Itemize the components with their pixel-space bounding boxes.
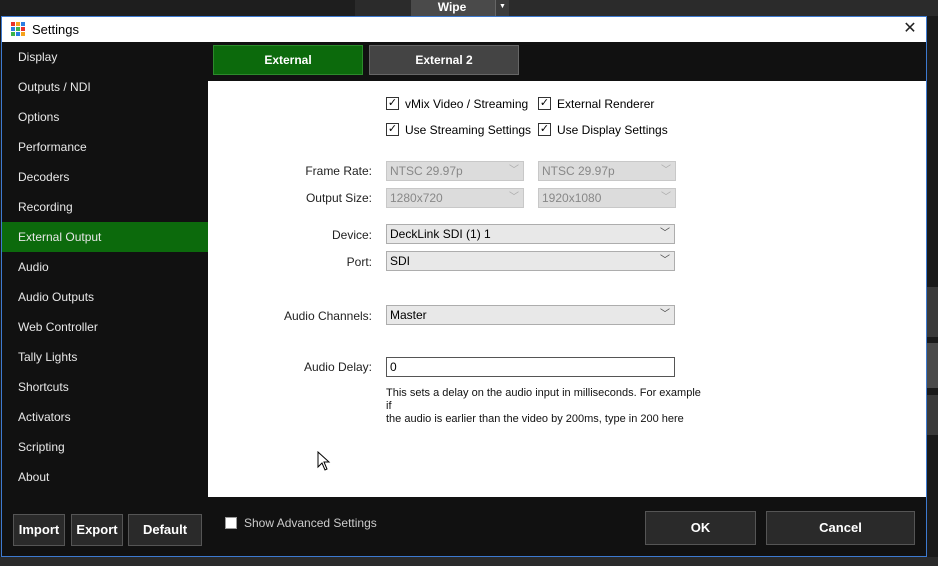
sidebar-item-about[interactable]: About [2, 462, 208, 492]
frame-rate-select-1[interactable]: NTSC 29.97p ﹀ [386, 161, 524, 181]
sidebar-item-performance[interactable]: Performance [2, 132, 208, 162]
vmix-logo-icon [11, 22, 26, 37]
sidebar-item-activators[interactable]: Activators [2, 402, 208, 432]
port-select[interactable]: SDI ﹀ [386, 251, 675, 271]
use-display-settings-label: Use Display Settings [557, 123, 668, 137]
import-button[interactable]: Import [13, 514, 65, 546]
sidebar-item-options[interactable]: Options [2, 102, 208, 132]
sidebar-item-tally-lights[interactable]: Tally Lights [2, 342, 208, 372]
output-size-select-1[interactable]: 1280x720 ﹀ [386, 188, 524, 208]
mouse-pointer-icon [317, 451, 331, 471]
ok-button[interactable]: OK [645, 511, 756, 545]
sidebar-item-audio[interactable]: Audio [2, 252, 208, 282]
title-bar[interactable]: Settings ✕ [2, 17, 926, 42]
output-size-select-2[interactable]: 1920x1080 ﹀ [538, 188, 676, 208]
audio-channels-select[interactable]: Master ﹀ [386, 305, 675, 325]
port-value: SDI [390, 254, 411, 268]
cancel-button[interactable]: Cancel [766, 511, 915, 545]
audio-channels-label: Audio Channels: [283, 309, 372, 323]
frame-rate-value-1: NTSC 29.97p [390, 164, 463, 178]
audio-delay-hint: This sets a delay on the audio input in … [386, 387, 706, 426]
audio-channels-value: Master [390, 308, 427, 322]
background-app-strip [927, 287, 938, 337]
tab-external-2[interactable]: External 2 [369, 45, 519, 75]
window-title: Settings [32, 22, 79, 37]
sidebar-item-outputs-ndi[interactable]: Outputs / NDI [2, 72, 208, 102]
background-app-bottom [0, 557, 938, 566]
checkmark-icon[interactable]: ✓ [386, 123, 399, 136]
frame-rate-label: Frame Rate: [305, 164, 372, 178]
chevron-down-icon: ﹀ [661, 192, 671, 203]
checkmark-icon[interactable]: ✓ [538, 123, 551, 136]
port-label: Port: [346, 255, 372, 269]
sidebar-item-display[interactable]: Display [2, 42, 208, 72]
vmix-video-streaming-label: vMix Video / Streaming [405, 97, 529, 111]
background-app-strip [927, 343, 938, 388]
tab-external[interactable]: External [213, 45, 363, 75]
chevron-down-icon: ﹀ [509, 192, 519, 203]
show-advanced-settings-label: Show Advanced Settings [244, 516, 377, 530]
sidebar-item-recording[interactable]: Recording [2, 192, 208, 222]
device-label: Device: [331, 228, 372, 242]
sidebar-item-external-output[interactable]: External Output [2, 222, 208, 252]
frame-rate-value-2: NTSC 29.97p [542, 164, 615, 178]
sidebar-item-shortcuts[interactable]: Shortcuts [2, 372, 208, 402]
transition-selector[interactable]: Wipe ▼ [411, 0, 509, 16]
settings-sidebar: Display Outputs / NDI Options Performanc… [2, 42, 208, 512]
audio-delay-input[interactable]: 0 [386, 357, 675, 377]
sidebar-item-decoders[interactable]: Decoders [2, 162, 208, 192]
audio-delay-hint-line-1: This sets a delay on the audio input in … [386, 387, 701, 412]
transition-label[interactable]: Wipe [411, 0, 493, 15]
output-size-value-2: 1920x1080 [542, 191, 602, 205]
chevron-down-icon[interactable]: ▼ [495, 0, 509, 16]
device-value: DeckLink SDI (1) 1 [390, 227, 491, 241]
output-size-label: Output Size: [305, 191, 372, 205]
external-renderer-label: External Renderer [557, 97, 655, 111]
sidebar-item-scripting[interactable]: Scripting [2, 432, 208, 462]
dialog-footer: Import Export Default Show Advanced Sett… [2, 497, 926, 556]
audio-delay-label: Audio Delay: [303, 360, 372, 374]
device-select[interactable]: DeckLink SDI (1) 1 ﹀ [386, 224, 675, 244]
external-output-panel: ✓ vMix Video / Streaming ✓ External Rend… [208, 81, 926, 497]
default-button[interactable]: Default [128, 514, 202, 546]
audio-delay-hint-line-2: the audio is earlier than the video by 2… [386, 413, 684, 425]
checkmark-icon[interactable]: ✓ [538, 97, 551, 110]
chevron-down-icon: ﹀ [660, 255, 670, 266]
background-app-strip [927, 395, 938, 435]
output-size-value-1: 1280x720 [390, 191, 443, 205]
sidebar-item-audio-outputs[interactable]: Audio Outputs [2, 282, 208, 312]
export-button[interactable]: Export [71, 514, 123, 546]
checkmark-icon[interactable]: ✓ [386, 97, 399, 110]
use-streaming-settings-label: Use Streaming Settings [405, 123, 532, 137]
chevron-down-icon: ﹀ [509, 165, 519, 176]
checkbox-box[interactable] [225, 517, 237, 529]
tab-bar: External External 2 [208, 42, 926, 81]
frame-rate-select-2[interactable]: NTSC 29.97p ﹀ [538, 161, 676, 181]
close-icon[interactable]: ✕ [900, 19, 920, 39]
background-app-panel [0, 0, 355, 16]
chevron-down-icon: ﹀ [661, 165, 671, 176]
settings-dialog: Settings ✕ Display Outputs / NDI Options… [1, 16, 927, 557]
chevron-down-icon: ﹀ [660, 309, 670, 320]
chevron-down-icon: ﹀ [660, 228, 670, 239]
sidebar-item-web-controller[interactable]: Web Controller [2, 312, 208, 342]
